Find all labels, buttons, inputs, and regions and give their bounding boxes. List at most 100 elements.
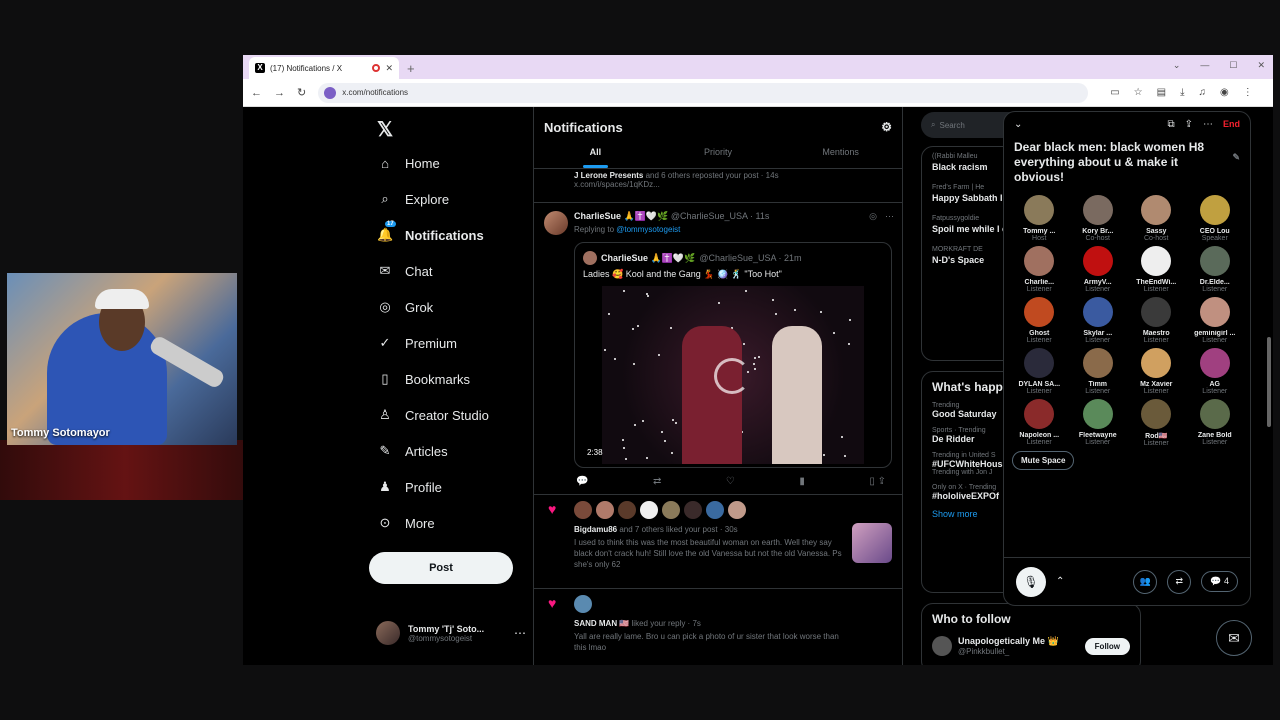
- avatar[interactable]: [640, 501, 658, 519]
- like-who[interactable]: Bigdamu86: [574, 525, 617, 534]
- nav-item-notifications[interactable]: 17 🔔 Notifications: [373, 217, 533, 253]
- media-icon[interactable]: ♫: [1199, 87, 1207, 98]
- space-participant[interactable]: Timm Listener: [1069, 348, 1128, 395]
- end-space-button[interactable]: End: [1223, 119, 1240, 129]
- space-participant[interactable]: ArmyV... Listener: [1069, 246, 1128, 293]
- space-participant[interactable]: AG Listener: [1186, 348, 1245, 395]
- tweet-author[interactable]: CharlieSue 🙏✝️🤍🌿: [574, 211, 668, 221]
- back-icon[interactable]: ←: [251, 87, 262, 99]
- post-thumbnail[interactable]: [852, 523, 892, 563]
- reply-like-notification[interactable]: ♥ SAND MAN 🇺🇸 liked your reply · 7s Yall…: [534, 589, 902, 665]
- forward-icon[interactable]: →: [274, 87, 285, 99]
- nav-item-explore[interactable]: ⌕ Explore: [373, 181, 533, 217]
- space-participant[interactable]: geminigirl ... Listener: [1186, 297, 1245, 344]
- space-participant[interactable]: Zane Bold Listener: [1186, 399, 1245, 447]
- microphone-icon[interactable]: 🎙: [1016, 566, 1046, 597]
- comments-button[interactable]: 💬 4: [1201, 571, 1238, 592]
- reload-icon[interactable]: ↻: [297, 86, 306, 99]
- space-participant[interactable]: Maestro Listener: [1127, 297, 1186, 344]
- space-participant[interactable]: Tommy ... Host: [1010, 195, 1069, 242]
- avatar[interactable]: [618, 501, 636, 519]
- messages-fab-icon[interactable]: ✉: [1216, 620, 1252, 656]
- space-participant[interactable]: DYLAN SA... Listener: [1010, 348, 1069, 395]
- space-participant[interactable]: CEO Lou Speaker: [1186, 195, 1245, 242]
- avatar[interactable]: [706, 501, 724, 519]
- video-player[interactable]: [602, 286, 864, 464]
- space-participant[interactable]: Sassy Co-host: [1127, 195, 1186, 242]
- chevron-up-icon[interactable]: ⌃: [1056, 576, 1064, 587]
- replying-to-link[interactable]: @tommysotogeist: [616, 225, 680, 234]
- maximize-icon[interactable]: ☐: [1229, 60, 1237, 71]
- repost-notification[interactable]: J Lerone Presents and 6 others reposted …: [534, 169, 902, 203]
- avatar[interactable]: [574, 501, 592, 519]
- mute-space-button[interactable]: Mute Space: [1012, 451, 1075, 470]
- nav-item-profile[interactable]: ♟ Profile: [373, 469, 533, 505]
- cast-icon[interactable]: ▭: [1110, 87, 1119, 98]
- account-switcher[interactable]: Tommy 'Tj' Soto... @tommysotogeist ⋯: [376, 621, 526, 645]
- scrollbar[interactable]: [1267, 337, 1271, 427]
- nav-item-home[interactable]: ⌂ Home: [373, 145, 533, 181]
- views-icon[interactable]: ▮: [799, 476, 805, 487]
- nav-item-bookmarks[interactable]: ▯ Bookmarks: [373, 361, 533, 397]
- follow-suggestion[interactable]: Unapologetically Me 👑 @Pinkkbullet_ Foll…: [932, 636, 1130, 656]
- avatar[interactable]: [662, 501, 680, 519]
- space-participant[interactable]: Ghost Listener: [1010, 297, 1069, 344]
- reply-icon[interactable]: 💬: [576, 476, 588, 487]
- minimize-icon[interactable]: —: [1200, 60, 1209, 71]
- close-tab-icon[interactable]: ✕: [385, 63, 393, 74]
- profile-icon[interactable]: ◉: [1220, 87, 1229, 98]
- bookmark-icon[interactable]: ▯ ⇪: [869, 476, 886, 487]
- menu-icon[interactable]: ⋮: [1243, 87, 1253, 98]
- close-window-icon[interactable]: ✕: [1257, 60, 1265, 71]
- space-participant[interactable]: Kory Br... Co-host: [1069, 195, 1128, 242]
- grok-icon[interactable]: ◎: [869, 211, 877, 222]
- nav-item-creator-studio[interactable]: ♙ Creator Studio: [373, 397, 533, 433]
- gear-icon[interactable]: ⚙: [881, 120, 892, 134]
- reply-tweet[interactable]: ◎ ⋯ CharlieSue 🙏✝️🤍🌿 @CharlieSue_USA · 1…: [534, 203, 902, 495]
- bookmark-star-icon[interactable]: ☆: [1134, 87, 1143, 98]
- space-participant[interactable]: TheEndWi... Listener: [1127, 246, 1186, 293]
- quoted-tweet[interactable]: CharlieSue 🙏✝️🤍🌿 @CharlieSue_USA · 21m L…: [574, 242, 892, 468]
- sidepanel-icon[interactable]: ▤: [1157, 87, 1166, 98]
- space-participant[interactable]: Fleetwayne Listener: [1069, 399, 1128, 447]
- avatar[interactable]: [684, 501, 702, 519]
- repost-icon[interactable]: ⇄: [653, 476, 661, 487]
- like-icon[interactable]: ♡: [726, 476, 735, 487]
- share-icon[interactable]: ⇪: [1185, 119, 1193, 130]
- people-icon[interactable]: 👥: [1133, 569, 1158, 594]
- x-logo-icon[interactable]: 𝕏: [377, 117, 533, 145]
- new-tab-button[interactable]: +: [407, 61, 415, 76]
- space-participant[interactable]: Charlie... Listener: [1010, 246, 1069, 293]
- dropdown-icon[interactable]: ⌄: [1173, 60, 1181, 71]
- repost-icon[interactable]: ⇄: [1167, 569, 1192, 594]
- edit-icon[interactable]: ✎: [1232, 150, 1240, 165]
- site-info-icon[interactable]: [324, 86, 337, 99]
- more-icon[interactable]: ⋯: [885, 211, 894, 222]
- tab-mentions[interactable]: Mentions: [779, 147, 902, 168]
- avatar[interactable]: [728, 501, 746, 519]
- space-participant[interactable]: Skylar ... Listener: [1069, 297, 1128, 344]
- nav-item-premium[interactable]: ✓ Premium: [373, 325, 533, 361]
- space-participant[interactable]: Mz Xavier Listener: [1127, 348, 1186, 395]
- tab-all[interactable]: All: [534, 147, 657, 168]
- url-field[interactable]: x.com/notifications: [318, 82, 1089, 103]
- nav-item-grok[interactable]: ◎ Grok: [373, 289, 533, 325]
- nav-item-articles[interactable]: ✎ Articles: [373, 433, 533, 469]
- more-options-icon[interactable]: ⋯: [514, 626, 526, 640]
- space-participant[interactable]: Dr.Elde... Listener: [1186, 246, 1245, 293]
- more-icon[interactable]: ⋯: [1203, 119, 1213, 130]
- avatar[interactable]: [574, 595, 592, 613]
- space-participant[interactable]: Rod🇺🇸 Listener: [1127, 399, 1186, 447]
- collapse-icon[interactable]: ⌄: [1014, 119, 1022, 130]
- post-button[interactable]: Post: [369, 552, 513, 584]
- tab-priority[interactable]: Priority: [657, 147, 780, 168]
- repost-link[interactable]: x.com/i/spaces/1qKDz...: [574, 180, 892, 189]
- browser-tab[interactable]: X (17) Notifications / X ✕: [249, 57, 399, 79]
- like-notification[interactable]: ♥ Bigdamu86 and 7 others liked your post…: [534, 495, 902, 589]
- nav-item-more[interactable]: ⊙ More: [373, 505, 533, 541]
- download-icon[interactable]: ⤓: [1180, 87, 1184, 98]
- space-participant[interactable]: Napoleon ... Listener: [1010, 399, 1069, 447]
- follow-button[interactable]: Follow: [1084, 637, 1130, 655]
- avatar[interactable]: [596, 501, 614, 519]
- nav-item-chat[interactable]: ✉ Chat: [373, 253, 533, 289]
